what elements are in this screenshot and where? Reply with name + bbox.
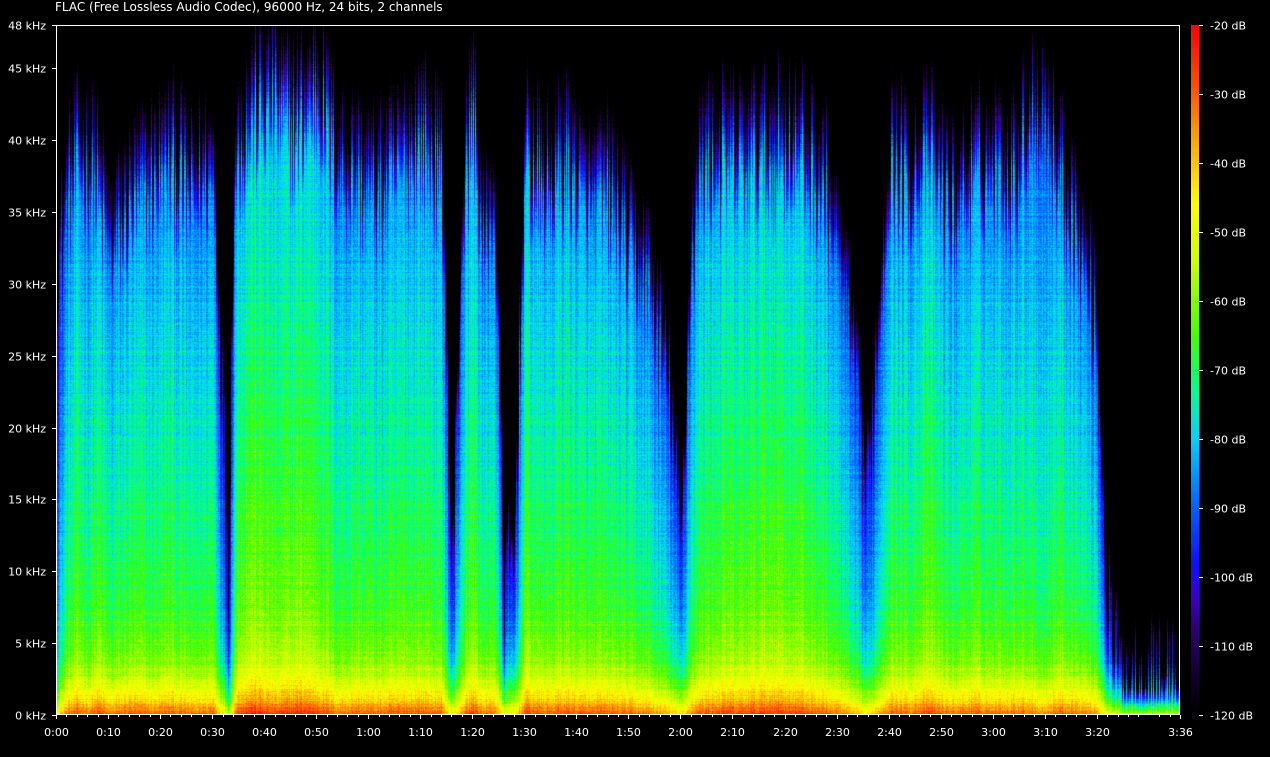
colorbar-tick-label: -20 dB — [1210, 20, 1246, 33]
y-tick-label: 48 kHz — [8, 20, 46, 33]
colorbar: -20 dB -30 dB -40 dB -50 dB -60 dB -70 dB -80 … — [1191, 20, 1253, 723]
colorbar-tick-label: -70 dB — [1210, 365, 1246, 378]
x-tick-label: 0:30 — [200, 726, 225, 739]
x-tick-label: 3:36 — [1168, 726, 1193, 739]
y-tick-label: 45 kHz — [8, 63, 46, 76]
colorbar-tick-label: -100 dB — [1210, 572, 1253, 585]
x-tick-label: 2:50 — [929, 726, 954, 739]
y-tick-label: 40 kHz — [8, 135, 46, 148]
x-tick-label: 0:00 — [44, 726, 69, 739]
x-tick-label: 1:00 — [356, 726, 381, 739]
x-tick-label: 0:50 — [304, 726, 329, 739]
x-tick-label: 1:10 — [408, 726, 433, 739]
y-tick-label: 15 kHz — [8, 494, 46, 507]
x-tick-label: 2:30 — [825, 726, 850, 739]
x-tick-label: 1:30 — [512, 726, 537, 739]
plot-frame — [56, 25, 1180, 715]
y-tick-label: 30 kHz — [8, 279, 46, 292]
colorbar-tick-label: -60 dB — [1210, 296, 1246, 309]
x-tick-label: 2:00 — [668, 726, 693, 739]
spectrogram-view: FLAC (Free Lossless Audio Codec), 96000 … — [0, 0, 1270, 757]
x-tick-label: 3:10 — [1033, 726, 1058, 739]
y-tick-label: 0 kHz — [15, 710, 46, 723]
x-tick-label: 2:40 — [877, 726, 902, 739]
x-tick-label: 2:20 — [773, 726, 798, 739]
x-axis: 0:00 0:10 0:20 0:30 0:40 0:50 1:00 1:10 1:20 1:30… — [44, 715, 1193, 739]
x-tick-label: 0:20 — [148, 726, 173, 739]
x-tick-label: 1:20 — [460, 726, 485, 739]
x-tick-label: 3:00 — [981, 726, 1006, 739]
colorbar-gradient — [1191, 25, 1199, 715]
y-axis: 0 kHz 5 kHz 10 kHz 15 kHz 20 kHz 25 kHz 30 kHz… — [8, 20, 56, 723]
y-tick-label: 25 kHz — [8, 351, 46, 364]
colorbar-tick-label: -80 dB — [1210, 434, 1246, 447]
y-tick-label: 20 kHz — [8, 423, 46, 436]
x-tick-label: 2:10 — [720, 726, 745, 739]
colorbar-tick-label: -110 dB — [1210, 641, 1253, 654]
x-tick-label: 3:20 — [1085, 726, 1110, 739]
chart-axes: 0 kHz 5 kHz 10 kHz 15 kHz 20 kHz 25 kHz 30 kHz… — [8, 20, 1253, 740]
y-tick-label: 35 kHz — [8, 207, 46, 220]
x-tick-label: 1:50 — [616, 726, 641, 739]
colorbar-tick-label: -40 dB — [1210, 158, 1246, 171]
colorbar-tick-label: -30 dB — [1210, 89, 1246, 102]
colorbar-tick-label: -120 dB — [1210, 710, 1253, 723]
y-tick-label: 5 kHz — [15, 638, 46, 651]
colorbar-tick-label: -90 dB — [1210, 503, 1246, 516]
y-tick-label: 10 kHz — [8, 566, 46, 579]
x-tick-label: 0:40 — [252, 726, 277, 739]
colorbar-tick-label: -50 dB — [1210, 227, 1246, 240]
x-tick-label: 0:10 — [96, 726, 121, 739]
x-tick-label: 1:40 — [564, 726, 589, 739]
